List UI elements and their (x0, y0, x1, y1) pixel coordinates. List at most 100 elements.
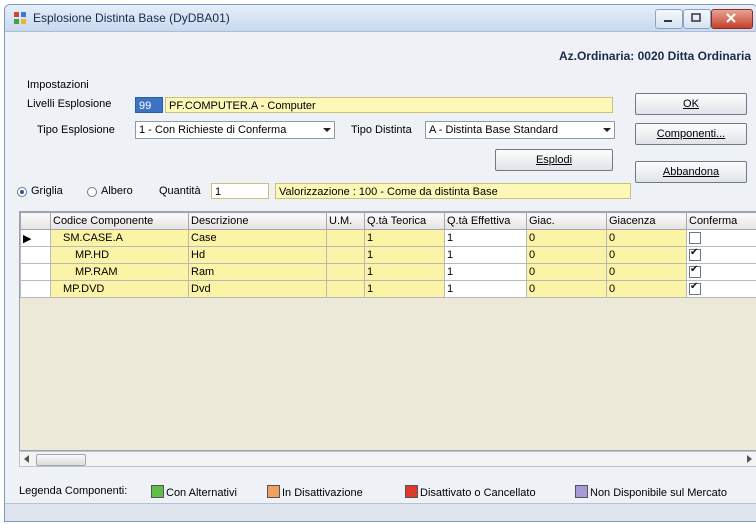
article-field[interactable]: PF.COMPUTER.A - Computer (165, 97, 613, 113)
column-header[interactable]: Giacenza (606, 212, 687, 230)
maximize-button[interactable] (683, 9, 711, 29)
scroll-left-icon[interactable] (23, 455, 31, 463)
table-header: Codice Componente Descrizione U.M. Q.tà … (20, 212, 756, 230)
cell-qe[interactable]: 1 (444, 229, 527, 247)
explode-label: Esplodi (535, 154, 573, 166)
legend-swatch (575, 485, 588, 498)
confirm-cell[interactable] (686, 263, 756, 281)
scroll-thumb[interactable] (36, 454, 86, 466)
row-marker (20, 246, 51, 264)
column-header[interactable]: Q.tà Teorica (364, 212, 445, 230)
legend-item: Non Disponibile sul Mercato (575, 485, 727, 499)
explosion-type-select[interactable]: 1 - Con Richieste di Conferma (135, 121, 335, 139)
scroll-right-icon[interactable] (745, 455, 753, 463)
legend-item: Con Alternativi (151, 485, 237, 499)
cell-code[interactable]: SM.CASE.A (50, 229, 189, 247)
cell-giac[interactable]: 0 (526, 280, 607, 298)
cell-um[interactable] (326, 229, 365, 247)
cell-giacenza[interactable]: 0 (606, 280, 687, 298)
explode-button[interactable]: Esplodi (495, 149, 613, 171)
confirm-cell[interactable] (686, 280, 756, 298)
cell-qt[interactable]: 1 (364, 246, 445, 264)
explosion-type-label: Tipo Esplosione (37, 124, 115, 136)
ok-button[interactable]: OK (635, 93, 747, 115)
cell-desc[interactable]: Dvd (188, 280, 327, 298)
components-grid[interactable]: Codice Componente Descrizione U.M. Q.tà … (19, 211, 756, 451)
confirm-checkbox[interactable] (689, 248, 701, 262)
tree-label: Albero (101, 185, 133, 197)
confirm-checkbox[interactable] (689, 232, 701, 245)
cell-giac[interactable]: 0 (526, 246, 607, 264)
chevron-down-icon (603, 128, 611, 132)
cell-um[interactable] (326, 246, 365, 264)
cell-giacenza[interactable]: 0 (606, 246, 687, 264)
cell-qe[interactable]: 1 (444, 263, 527, 281)
legend-swatch (267, 485, 280, 498)
column-header[interactable]: Q.tà Effettiva (444, 212, 527, 230)
app-icon (14, 12, 26, 24)
cell-giacenza[interactable]: 0 (606, 263, 687, 281)
column-header[interactable]: Codice Componente (50, 212, 189, 230)
cancel-label: Abbandona (662, 166, 720, 178)
cell-giac[interactable]: 0 (526, 263, 607, 281)
column-header[interactable]: Conferma (686, 212, 756, 230)
levels-label: Livelli Esplosione (27, 98, 112, 110)
grid-radio[interactable] (17, 187, 27, 197)
grid-label: Griglia (31, 185, 63, 197)
cell-um[interactable] (326, 280, 365, 298)
title-bar: Esplosione Distinta Base (DyDBA01) (5, 5, 756, 32)
cell-desc[interactable]: Case (188, 229, 327, 247)
bom-type-value: A - Distinta Base Standard (429, 124, 559, 136)
cell-code[interactable]: MP.DVD (50, 280, 189, 298)
tree-radio[interactable] (87, 187, 97, 197)
column-header[interactable]: U.M. (326, 212, 365, 230)
cell-qe[interactable]: 1 (444, 280, 527, 298)
row-marker (20, 263, 51, 281)
table-row[interactable]: MP.RAM Ram 1 1 0 0 (20, 263, 756, 281)
cell-desc[interactable]: Ram (188, 263, 327, 281)
cell-qt[interactable]: 1 (364, 263, 445, 281)
table-row[interactable]: MP.HD Hd 1 1 0 0 (20, 246, 756, 264)
components-button[interactable]: Componenti... (635, 123, 747, 145)
legend-item: Disattivato o Cancellato (405, 485, 536, 499)
window-title: Esplosione Distinta Base (DyDBA01) (33, 11, 230, 25)
confirm-cell[interactable] (686, 246, 756, 264)
legend-title: Legenda Componenti: (19, 485, 128, 497)
close-button[interactable] (711, 9, 753, 29)
cell-code[interactable]: MP.HD (50, 246, 189, 264)
status-bar (5, 503, 756, 521)
bom-type-label: Tipo Distinta (351, 124, 412, 136)
bom-type-select[interactable]: A - Distinta Base Standard (425, 121, 615, 139)
maximize-icon (691, 13, 701, 22)
confirm-cell[interactable] (686, 229, 756, 247)
ok-label: OK (683, 98, 699, 110)
main-window: Esplosione Distinta Base (DyDBA01) Az.Or… (4, 4, 756, 522)
chevron-down-icon (323, 128, 331, 132)
row-marker (20, 280, 51, 298)
table-row[interactable]: MP.DVD Dvd 1 1 0 0 (20, 280, 756, 298)
levels-input[interactable]: 99 (135, 97, 163, 113)
minimize-button[interactable] (655, 9, 683, 29)
cell-giacenza[interactable]: 0 (606, 229, 687, 247)
legend-swatch (151, 485, 164, 498)
column-header[interactable]: Descrizione (188, 212, 327, 230)
confirm-checkbox[interactable] (689, 282, 701, 296)
cell-desc[interactable]: Hd (188, 246, 327, 264)
cell-qt[interactable]: 1 (364, 280, 445, 298)
column-header (20, 212, 51, 230)
cell-qt[interactable]: 1 (364, 229, 445, 247)
horizontal-scrollbar[interactable] (19, 451, 756, 467)
legend-label: Disattivato o Cancellato (420, 487, 536, 499)
quantity-input[interactable]: 1 (211, 183, 269, 199)
cell-giac[interactable]: 0 (526, 229, 607, 247)
cancel-button[interactable]: Abbandona (635, 161, 747, 183)
cell-code[interactable]: MP.RAM (50, 263, 189, 281)
minimize-icon (664, 20, 672, 22)
cell-um[interactable] (326, 263, 365, 281)
column-header[interactable]: Giac. (526, 212, 607, 230)
table-row[interactable]: ▶ SM.CASE.A Case 1 1 0 0 (20, 229, 756, 247)
confirm-checkbox[interactable] (689, 265, 701, 279)
legend-item: In Disattivazione (267, 485, 363, 499)
legend-label: Non Disponibile sul Mercato (590, 487, 727, 499)
cell-qe[interactable]: 1 (444, 246, 527, 264)
